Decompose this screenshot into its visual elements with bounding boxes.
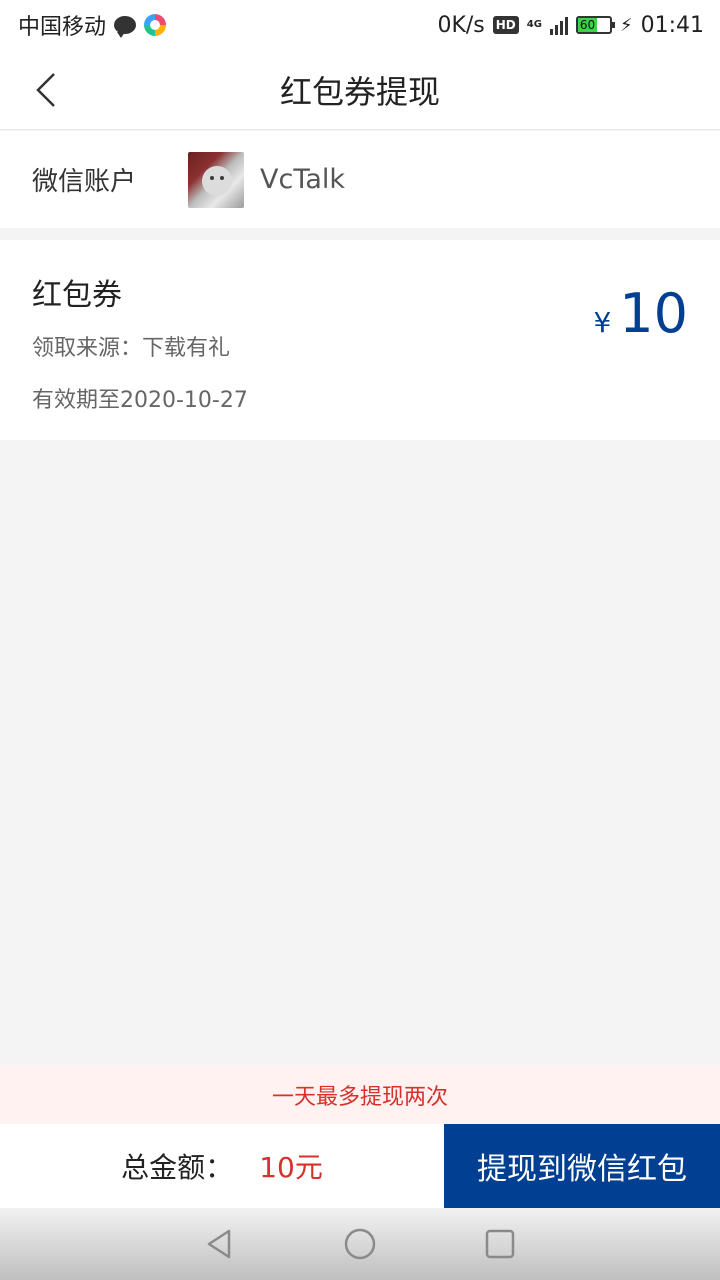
net-speed: 0K/s: [437, 12, 485, 38]
coupon-expiry: 有效期至2020-10-27: [32, 388, 248, 413]
account-label: 微信账户: [32, 167, 137, 197]
coupon-card[interactable]: 红包券 领取来源：下载有礼 有效期至2020-10-27 ¥ 10: [0, 240, 720, 440]
avatar: [188, 151, 244, 208]
hd-icon: HD: [492, 16, 519, 34]
home-circle-icon: [344, 1228, 376, 1260]
header-bar: 红包券提现: [0, 50, 720, 130]
system-recents-button[interactable]: [480, 1224, 520, 1264]
system-navigation-bar: [0, 1208, 720, 1280]
coupon-title: 红包券: [32, 278, 122, 313]
page-title: 红包券提现: [279, 72, 440, 111]
carrier-name: 中国移动: [18, 15, 107, 40]
amount-value: 10: [619, 282, 688, 345]
clock: 01:41: [640, 12, 704, 38]
coupon-amount: ¥ 10: [593, 282, 688, 345]
currency-symbol: ¥: [593, 306, 612, 339]
chat-notification-icon: [114, 16, 137, 38]
network-type: 4G: [526, 19, 542, 30]
status-left: 中国移动: [18, 9, 167, 41]
system-home-button[interactable]: [340, 1224, 380, 1264]
withdraw-to-wechat-button[interactable]: 提现到微信红包: [444, 1124, 720, 1208]
signal-icon: [549, 15, 568, 35]
battery-level: 60: [577, 18, 598, 32]
wechat-account-row: 微信账户 VcTalk: [0, 131, 720, 228]
system-back-button[interactable]: [200, 1224, 240, 1264]
app-notification-icon: [144, 14, 167, 36]
coupon-source: 领取来源：下载有礼: [32, 336, 231, 361]
status-bar: 中国移动 0K/s HD 4G 60 ⚡ 01:41: [0, 0, 720, 50]
recents-square-icon: [485, 1229, 515, 1259]
charging-icon: ⚡: [619, 14, 633, 36]
withdraw-limit-notice: 一天最多提现两次: [0, 1065, 720, 1124]
status-right: 0K/s HD 4G 60 ⚡ 01:41: [437, 13, 704, 38]
back-triangle-icon: [207, 1229, 231, 1259]
account-name: VcTalk: [260, 164, 346, 195]
back-button[interactable]: [24, 68, 68, 112]
chevron-left-icon: [36, 73, 55, 107]
total-label: 总金额：: [121, 1151, 234, 1184]
total-amount-area: 总金额： 10元: [0, 1124, 444, 1208]
battery-icon: 60: [575, 16, 615, 34]
total-value: 10元: [259, 1151, 323, 1184]
footer-bar: 总金额： 10元 提现到微信红包: [0, 1124, 720, 1208]
